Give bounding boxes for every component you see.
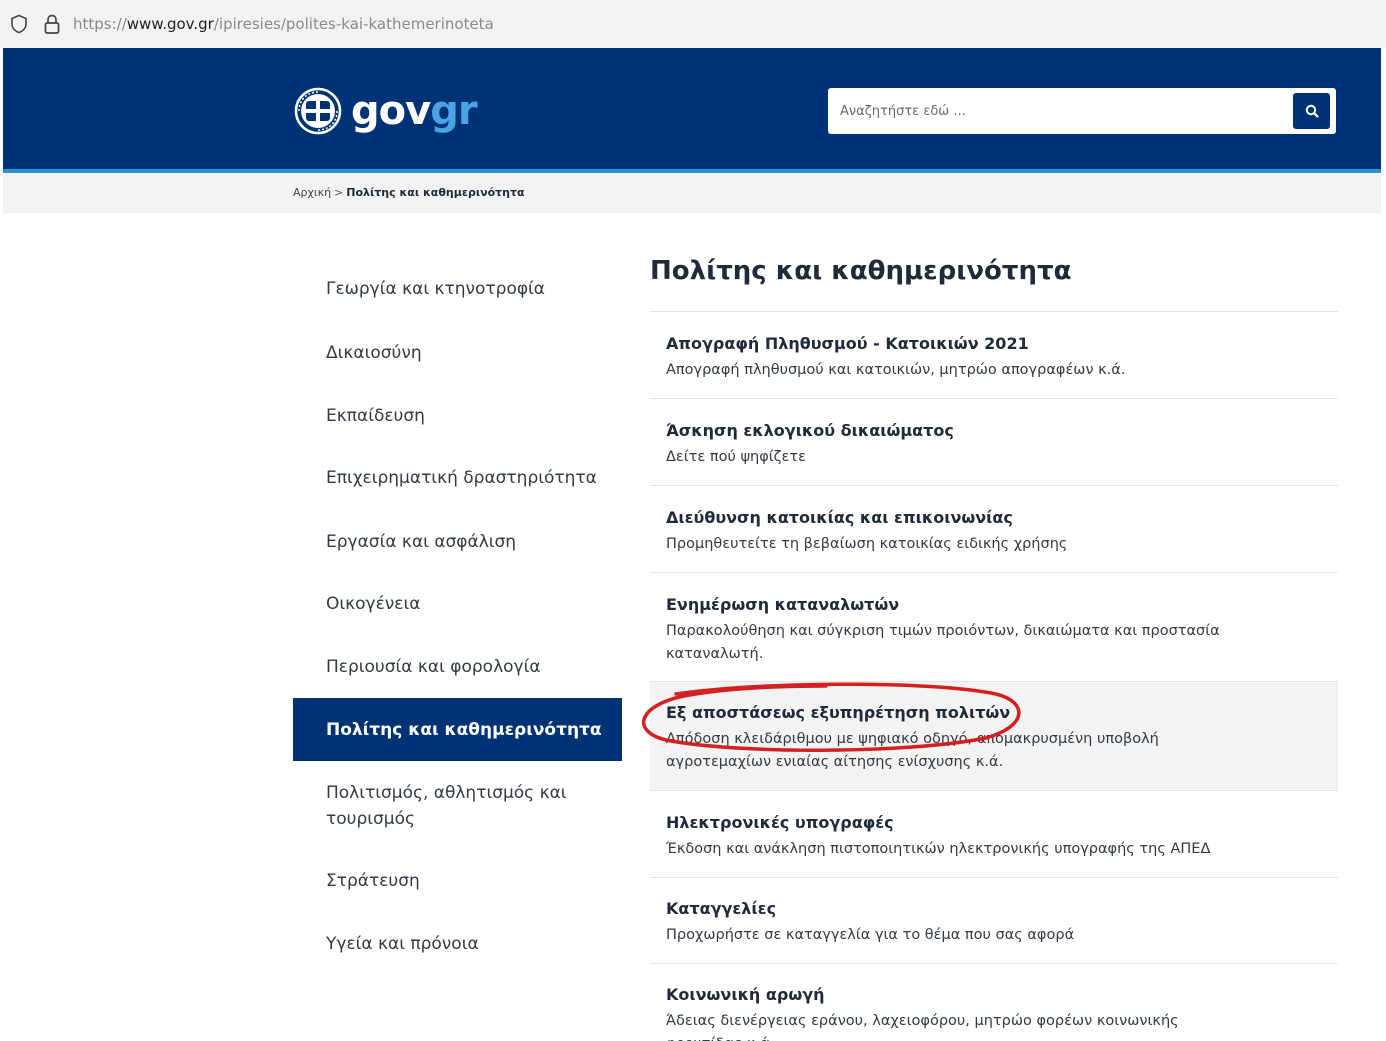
sidebar-item-employment[interactable]: Εργασία και ασφάλιση (293, 529, 622, 555)
sidebar-item-agriculture[interactable]: Γεωργία και κτηνοτροφία (293, 276, 622, 302)
service-item-social-aid[interactable]: Κοινωνική αρωγή Άδειας διενέργειας εράνο… (650, 963, 1338, 1041)
service-description: Απογραφή πληθυσμού και κατοικιών, μητρώο… (666, 362, 1126, 378)
service-description: Προμηθευτείτε τη βεβαίωση κατοικίας ειδι… (666, 536, 1068, 552)
greek-emblem-icon (294, 87, 342, 135)
logo-wordmark: govgr (351, 88, 478, 134)
browser-address-bar: https://www.gov.gr/ipiresies/polites-kai… (0, 0, 1386, 48)
service-title[interactable]: Άσκηση εκλογικού δικαιώματος (666, 421, 954, 440)
service-item-consumer-info[interactable]: Ενημέρωση καταναλωτών Παρακολούθηση και … (650, 572, 1338, 681)
sidebar-item-property-tax[interactable]: Περιουσία και φορολογία (293, 654, 622, 680)
service-description: Προχωρήστε σε καταγγελία για το θέμα που… (666, 927, 1075, 943)
service-item-census[interactable]: Απογραφή Πληθυσμού - Κατοικιών 2021 Απογ… (650, 311, 1338, 398)
logo-gov-text: gov (351, 88, 431, 134)
url-scheme: https:// (73, 15, 127, 33)
service-title[interactable]: Ενημέρωση καταναλωτών (666, 595, 899, 614)
lock-icon (44, 14, 60, 34)
service-description: Δείτε πού ψηφίζετε (666, 449, 806, 465)
sidebar-item-health-welfare[interactable]: Υγεία και πρόνοια (293, 931, 622, 957)
breadcrumb-home[interactable]: Αρχική (293, 186, 331, 199)
search-input[interactable] (828, 88, 1288, 134)
service-title[interactable]: Κοινωνική αρωγή (666, 985, 825, 1004)
sidebar-item-education[interactable]: Εκπαίδευση (293, 403, 622, 429)
search-box (828, 88, 1336, 134)
breadcrumb-current: Πολίτης και καθημερινότητα (346, 186, 525, 199)
url-host: www.gov.gr (126, 15, 214, 33)
search-button[interactable] (1293, 93, 1330, 129)
service-item-complaints[interactable]: Καταγγελίες Προχωρήστε σε καταγγελία για… (650, 877, 1338, 963)
logo-gr-text: gr (430, 88, 477, 134)
service-description: Παρακολούθηση και σύγκριση τιμών προιόντ… (666, 623, 1220, 662)
service-description: Έκδοση και ανάκληση πιστοποιητικών ηλεκτ… (666, 841, 1211, 857)
sidebar-item-business[interactable]: Επιχειρηματική δραστηριότητα (293, 465, 622, 491)
service-item-voting[interactable]: Άσκηση εκλογικού δικαιώματος Δείτε πού ψ… (650, 398, 1338, 485)
sidebar-item-justice[interactable]: Δικαιοσύνη (293, 340, 622, 366)
govgr-logo[interactable]: govgr (293, 86, 478, 136)
page-title: Πολίτης και καθημερινότητα (650, 256, 1072, 286)
service-title[interactable]: Απογραφή Πληθυσμού - Κατοικιών 2021 (666, 334, 1029, 353)
service-description: Άδειας διενέργειας εράνου, λαχειοφόρου, … (666, 1013, 1179, 1041)
sidebar-item-military-service[interactable]: Στράτευση (293, 868, 622, 894)
breadcrumb-bar (3, 173, 1381, 213)
shield-icon (11, 14, 27, 34)
service-description: Απόδοση κλειδάριθμου με ψηφιακό οδηγό, α… (666, 731, 1159, 770)
sidebar-item-family[interactable]: Οικογένεια (293, 591, 622, 617)
url-field[interactable]: https://www.gov.gr/ipiresies/polites-kai… (73, 15, 494, 33)
sidebar-item-culture-sports-tourism[interactable]: Πολιτισμός, αθλητισμός και τουρισμός (293, 780, 583, 832)
service-title[interactable]: Ηλεκτρονικές υπογραφές (666, 813, 894, 832)
service-title[interactable]: Καταγγελίες (666, 899, 776, 918)
sidebar-item-citizen-daily-life[interactable]: Πολίτης και καθημερινότητα (293, 698, 622, 761)
search-icon (1305, 104, 1319, 118)
service-item-e-signatures[interactable]: Ηλεκτρονικές υπογραφές Έκδοση και ανάκλη… (650, 790, 1338, 877)
service-title[interactable]: Εξ αποστάσεως εξυπηρέτηση πολιτών (666, 703, 1010, 722)
url-path: /ipiresies/polites-kai-kathemerinoteta (213, 15, 494, 33)
service-item-remote-citizen-service[interactable]: Εξ αποστάσεως εξυπηρέτηση πολιτών Απόδοσ… (650, 681, 1338, 790)
breadcrumb-separator: > (334, 186, 344, 199)
service-item-residence-address[interactable]: Διεύθυνση κατοικίας και επικοινωνίας Προ… (650, 485, 1338, 572)
service-title[interactable]: Διεύθυνση κατοικίας και επικοινωνίας (666, 508, 1013, 527)
breadcrumb: Αρχική > Πολίτης και καθημερινότητα (293, 186, 525, 199)
